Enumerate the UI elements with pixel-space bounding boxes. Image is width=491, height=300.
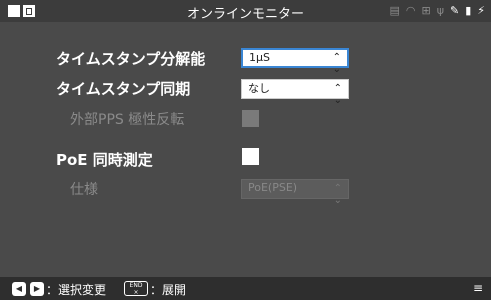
chevron-updown-icon: ⌃ ⌄ — [333, 83, 342, 106]
sd-card-icon: ▮ — [465, 4, 472, 17]
usb-icon: ψ — [436, 4, 444, 17]
spec-select[interactable]: PoE(PSE) ⌃ ⌄ — [241, 179, 349, 206]
chevron-updown-icon: ⌃ ⌄ — [333, 183, 342, 206]
footer-bar: ◀ ▶ ：選択変更 END × ：展開 ≡ — [0, 277, 491, 300]
left-arrow-icon[interactable]: ◀ — [12, 282, 26, 296]
pen-icon: ✎ — [449, 4, 460, 17]
external-pps-label: 外部PPS 極性反転 — [70, 112, 185, 128]
spec-label: 仕様 — [70, 182, 98, 198]
poe-simultaneous-checkbox[interactable] — [242, 148, 259, 165]
status-icons: ▤ ◠ ⊞ ψ ✎ ▮ ⚡ — [389, 4, 485, 18]
timestamp-sync-label: タイムスタンプ同期 — [56, 80, 191, 98]
right-arrow-icon[interactable]: ▶ — [30, 282, 44, 296]
timestamp-resolution-select[interactable]: 1µS ⌃ ⌄ — [241, 48, 349, 75]
end-key-label: END — [129, 282, 143, 289]
spec-value: PoE(PSE) — [248, 181, 298, 194]
timestamp-resolution-label: タイムスタンプ分解能 — [56, 50, 206, 68]
select-change-hint: ：選択変更 — [46, 283, 107, 297]
network-icon: ⊞ — [421, 4, 431, 17]
wifi-icon: ◠ — [405, 4, 416, 17]
end-key-symbol: × — [133, 289, 139, 296]
external-pps-checkbox[interactable] — [242, 110, 259, 127]
end-key-icon: END × — [124, 281, 148, 296]
battery-icon: ⚡ — [477, 4, 485, 17]
timestamp-sync-value: なし — [248, 82, 270, 95]
timestamp-sync-select[interactable]: なし ⌃ ⌄ — [241, 79, 349, 106]
chevron-updown-icon: ⌃ ⌄ — [332, 52, 341, 75]
title-bar: オンラインモニター ▤ ◠ ⊞ ψ ✎ ▮ ⚡ — [0, 0, 491, 22]
printer-icon: ▤ — [389, 4, 400, 17]
timestamp-resolution-value: 1µS — [249, 51, 270, 64]
settings-panel: タイムスタンプ分解能 1µS ⌃ ⌄ タイムスタンプ同期 なし ⌃ ⌄ 外部PPS … — [0, 22, 491, 277]
menu-lines-icon[interactable]: ≡ — [473, 281, 483, 295]
poe-simultaneous-label: PoE 同時測定 — [56, 151, 153, 169]
expand-hint: ：展開 — [150, 283, 187, 297]
